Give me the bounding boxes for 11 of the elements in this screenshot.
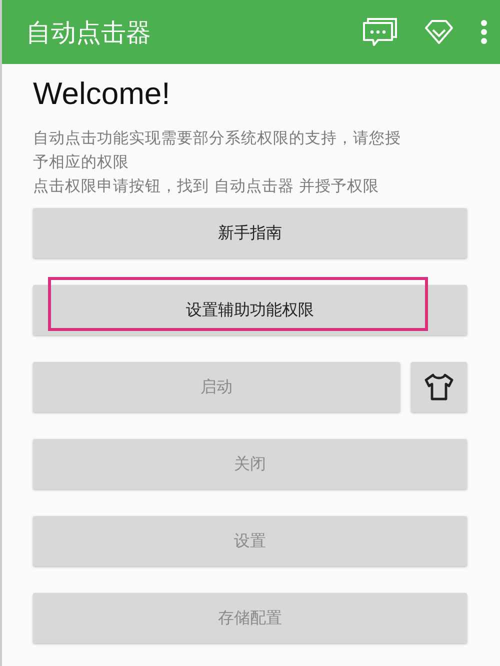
chat-icon[interactable]	[362, 17, 398, 47]
app-title: 自动点击器	[26, 16, 152, 48]
description-text: 点击权限申请按钮，找到 自动点击器 并授予权限	[33, 176, 380, 197]
diamond-icon[interactable]	[424, 19, 454, 45]
action-button[interactable]: 设置辅助功能权限	[33, 285, 467, 335]
welcome-heading: Welcome!	[33, 76, 172, 112]
shirt-icon	[423, 373, 455, 401]
action-button[interactable]: 新手指南	[33, 208, 467, 258]
description-text: 自动点击功能实现需要部分系统权限的支持，请您授予相应的权限	[33, 128, 402, 173]
menu-icon[interactable]	[480, 19, 488, 45]
theme-button[interactable]	[411, 362, 467, 412]
